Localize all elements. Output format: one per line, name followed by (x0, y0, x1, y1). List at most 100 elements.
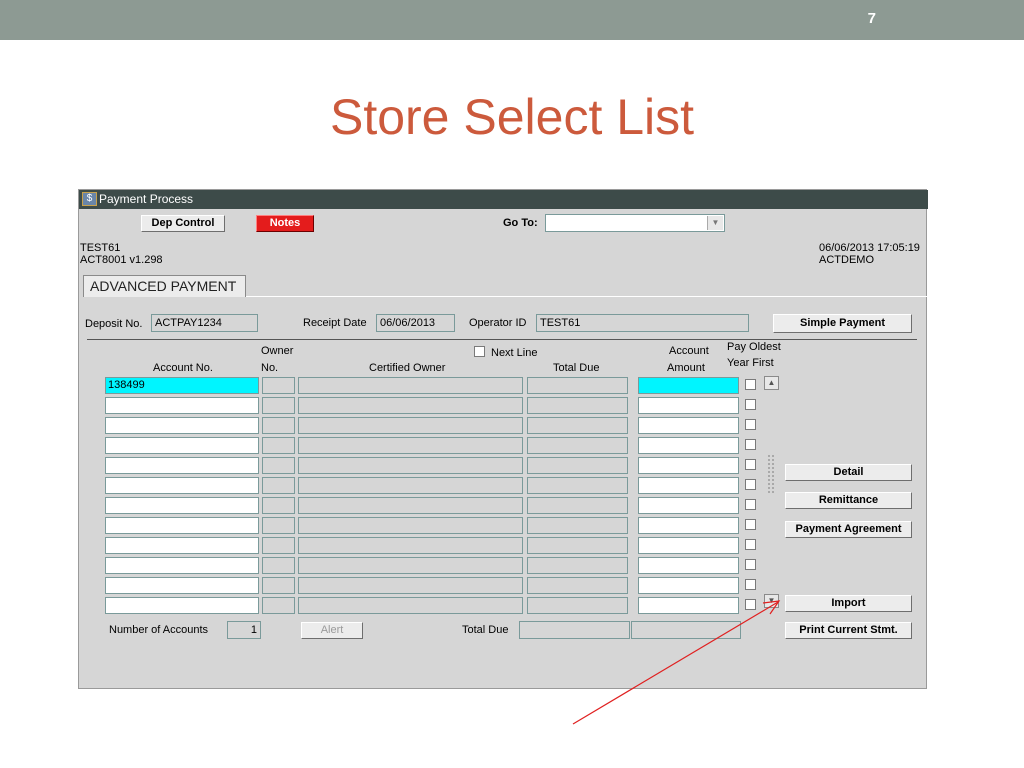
grid-cell-cert[interactable] (298, 417, 523, 434)
grid-cell-account[interactable] (105, 577, 259, 594)
grid-cell-cert[interactable] (298, 457, 523, 474)
grid-scrollbar[interactable]: ▲ ▼ (764, 374, 779, 608)
grid-cell-amount[interactable] (638, 597, 739, 614)
grid-cell-cert[interactable] (298, 577, 523, 594)
grid-cell-amount[interactable] (638, 557, 739, 574)
grid-cell-amount[interactable] (638, 457, 739, 474)
grid-cell-owner[interactable] (262, 377, 295, 394)
grid-cell-total[interactable] (527, 457, 628, 474)
deposit-label: Deposit No. (85, 318, 143, 330)
notes-button[interactable]: Notes (256, 215, 314, 232)
pay-oldest-checkbox[interactable] (745, 379, 756, 390)
chevron-down-icon[interactable]: ▼ (707, 216, 723, 230)
grid-cell-amount[interactable] (638, 417, 739, 434)
simple-payment-button[interactable]: Simple Payment (773, 314, 912, 333)
import-button[interactable]: Import (785, 595, 912, 612)
grid-cell-total[interactable] (527, 397, 628, 414)
receipt-date-value: 06/06/2013 (380, 317, 436, 329)
grid-cell-total[interactable] (527, 537, 628, 554)
notes-label: Notes (269, 217, 301, 229)
dep-control-button[interactable]: Dep Control (141, 215, 225, 232)
window-title: Payment Process (99, 192, 194, 206)
grid-cell-account[interactable]: 138499 (105, 377, 259, 394)
grid-cell-amount[interactable] (638, 477, 739, 494)
receipt-date-field[interactable]: 06/06/2013 (376, 314, 455, 332)
deposit-field[interactable]: ACTPAY1234 (151, 314, 258, 332)
grid-cell-owner[interactable] (262, 437, 295, 454)
grid-cell-cert[interactable] (298, 537, 523, 554)
print-current-stmt-button[interactable]: Print Current Stmt. (785, 622, 912, 639)
pay-oldest-checkbox[interactable] (745, 399, 756, 410)
grid-cell-total[interactable] (527, 377, 628, 394)
grid-cell-total[interactable] (527, 557, 628, 574)
grid-cell-amount[interactable] (638, 577, 739, 594)
grid-cell-total[interactable] (527, 517, 628, 534)
pay-oldest-checkbox[interactable] (745, 459, 756, 470)
grid-cell-total[interactable] (527, 577, 628, 594)
payment-agreement-button[interactable]: Payment Agreement (785, 521, 912, 538)
grid-cell-cert[interactable] (298, 597, 523, 614)
pay-oldest-checkbox[interactable] (745, 559, 756, 570)
arrow-down-icon[interactable]: ▼ (764, 594, 779, 608)
grid-cell-total[interactable] (527, 477, 628, 494)
import-label: Import (831, 597, 866, 609)
arrow-up-icon[interactable]: ▲ (764, 376, 779, 390)
operator-id-field[interactable]: TEST61 (536, 314, 749, 332)
grid-cell-account[interactable] (105, 537, 259, 554)
grid-cell-amount[interactable] (638, 377, 739, 394)
grid-cell-cert[interactable] (298, 557, 523, 574)
grid-cell-owner[interactable] (262, 537, 295, 554)
next-line-checkbox[interactable] (474, 346, 485, 357)
grid-cell-owner[interactable] (262, 457, 295, 474)
pay-oldest-checkbox[interactable] (745, 599, 756, 610)
grid-cell-amount[interactable] (638, 517, 739, 534)
grid-cell-owner[interactable] (262, 417, 295, 434)
grid-cell-account[interactable] (105, 497, 259, 514)
grid-cell-total[interactable] (527, 437, 628, 454)
grid-cell-account[interactable] (105, 557, 259, 574)
grid-cell-account[interactable] (105, 457, 259, 474)
goto-select[interactable]: ▼ (545, 214, 725, 232)
grid-cell-amount[interactable] (638, 397, 739, 414)
grid-cell-cert[interactable] (298, 477, 523, 494)
grid-cell-account[interactable] (105, 437, 259, 454)
remittance-label: Remittance (818, 494, 879, 506)
grid-cell-amount[interactable] (638, 497, 739, 514)
grid-cell-owner[interactable] (262, 477, 295, 494)
grid-cell-owner[interactable] (262, 497, 295, 514)
alert-button[interactable]: Alert (301, 622, 363, 639)
grid-cell-owner[interactable] (262, 517, 295, 534)
grid-cell-owner[interactable] (262, 557, 295, 574)
remittance-button[interactable]: Remittance (785, 492, 912, 509)
grid-cell-total[interactable] (527, 597, 628, 614)
grid-cell-amount[interactable] (638, 537, 739, 554)
grid-cell-owner[interactable] (262, 597, 295, 614)
grid-cell-account[interactable] (105, 517, 259, 534)
grid-cell-account[interactable] (105, 477, 259, 494)
pay-oldest-checkbox[interactable] (745, 419, 756, 430)
receipt-date-label: Receipt Date (303, 317, 367, 329)
pay-oldest-checkbox[interactable] (745, 479, 756, 490)
grid-cell-total[interactable] (527, 417, 628, 434)
pay-oldest-checkbox[interactable] (745, 539, 756, 550)
grid-cell-total[interactable] (527, 497, 628, 514)
grid-cell-owner[interactable] (262, 577, 295, 594)
pay-oldest-checkbox[interactable] (745, 519, 756, 530)
grid-cell-cert[interactable] (298, 377, 523, 394)
pay-oldest-checkbox[interactable] (745, 499, 756, 510)
footer-total-due-field (519, 621, 630, 639)
pay-oldest-checkbox[interactable] (745, 579, 756, 590)
grid-cell-cert[interactable] (298, 517, 523, 534)
grid-cell-account[interactable] (105, 417, 259, 434)
grid-cell-cert[interactable] (298, 397, 523, 414)
tab-advanced-payment[interactable]: ADVANCED PAYMENT (83, 275, 246, 297)
grid-cell-cert[interactable] (298, 437, 523, 454)
col-owner-2: No. (261, 362, 279, 374)
grid-cell-account[interactable] (105, 397, 259, 414)
grid-cell-cert[interactable] (298, 497, 523, 514)
grid-cell-amount[interactable] (638, 437, 739, 454)
detail-button[interactable]: Detail (785, 464, 912, 481)
grid-cell-account[interactable] (105, 597, 259, 614)
grid-cell-owner[interactable] (262, 397, 295, 414)
pay-oldest-checkbox[interactable] (745, 439, 756, 450)
